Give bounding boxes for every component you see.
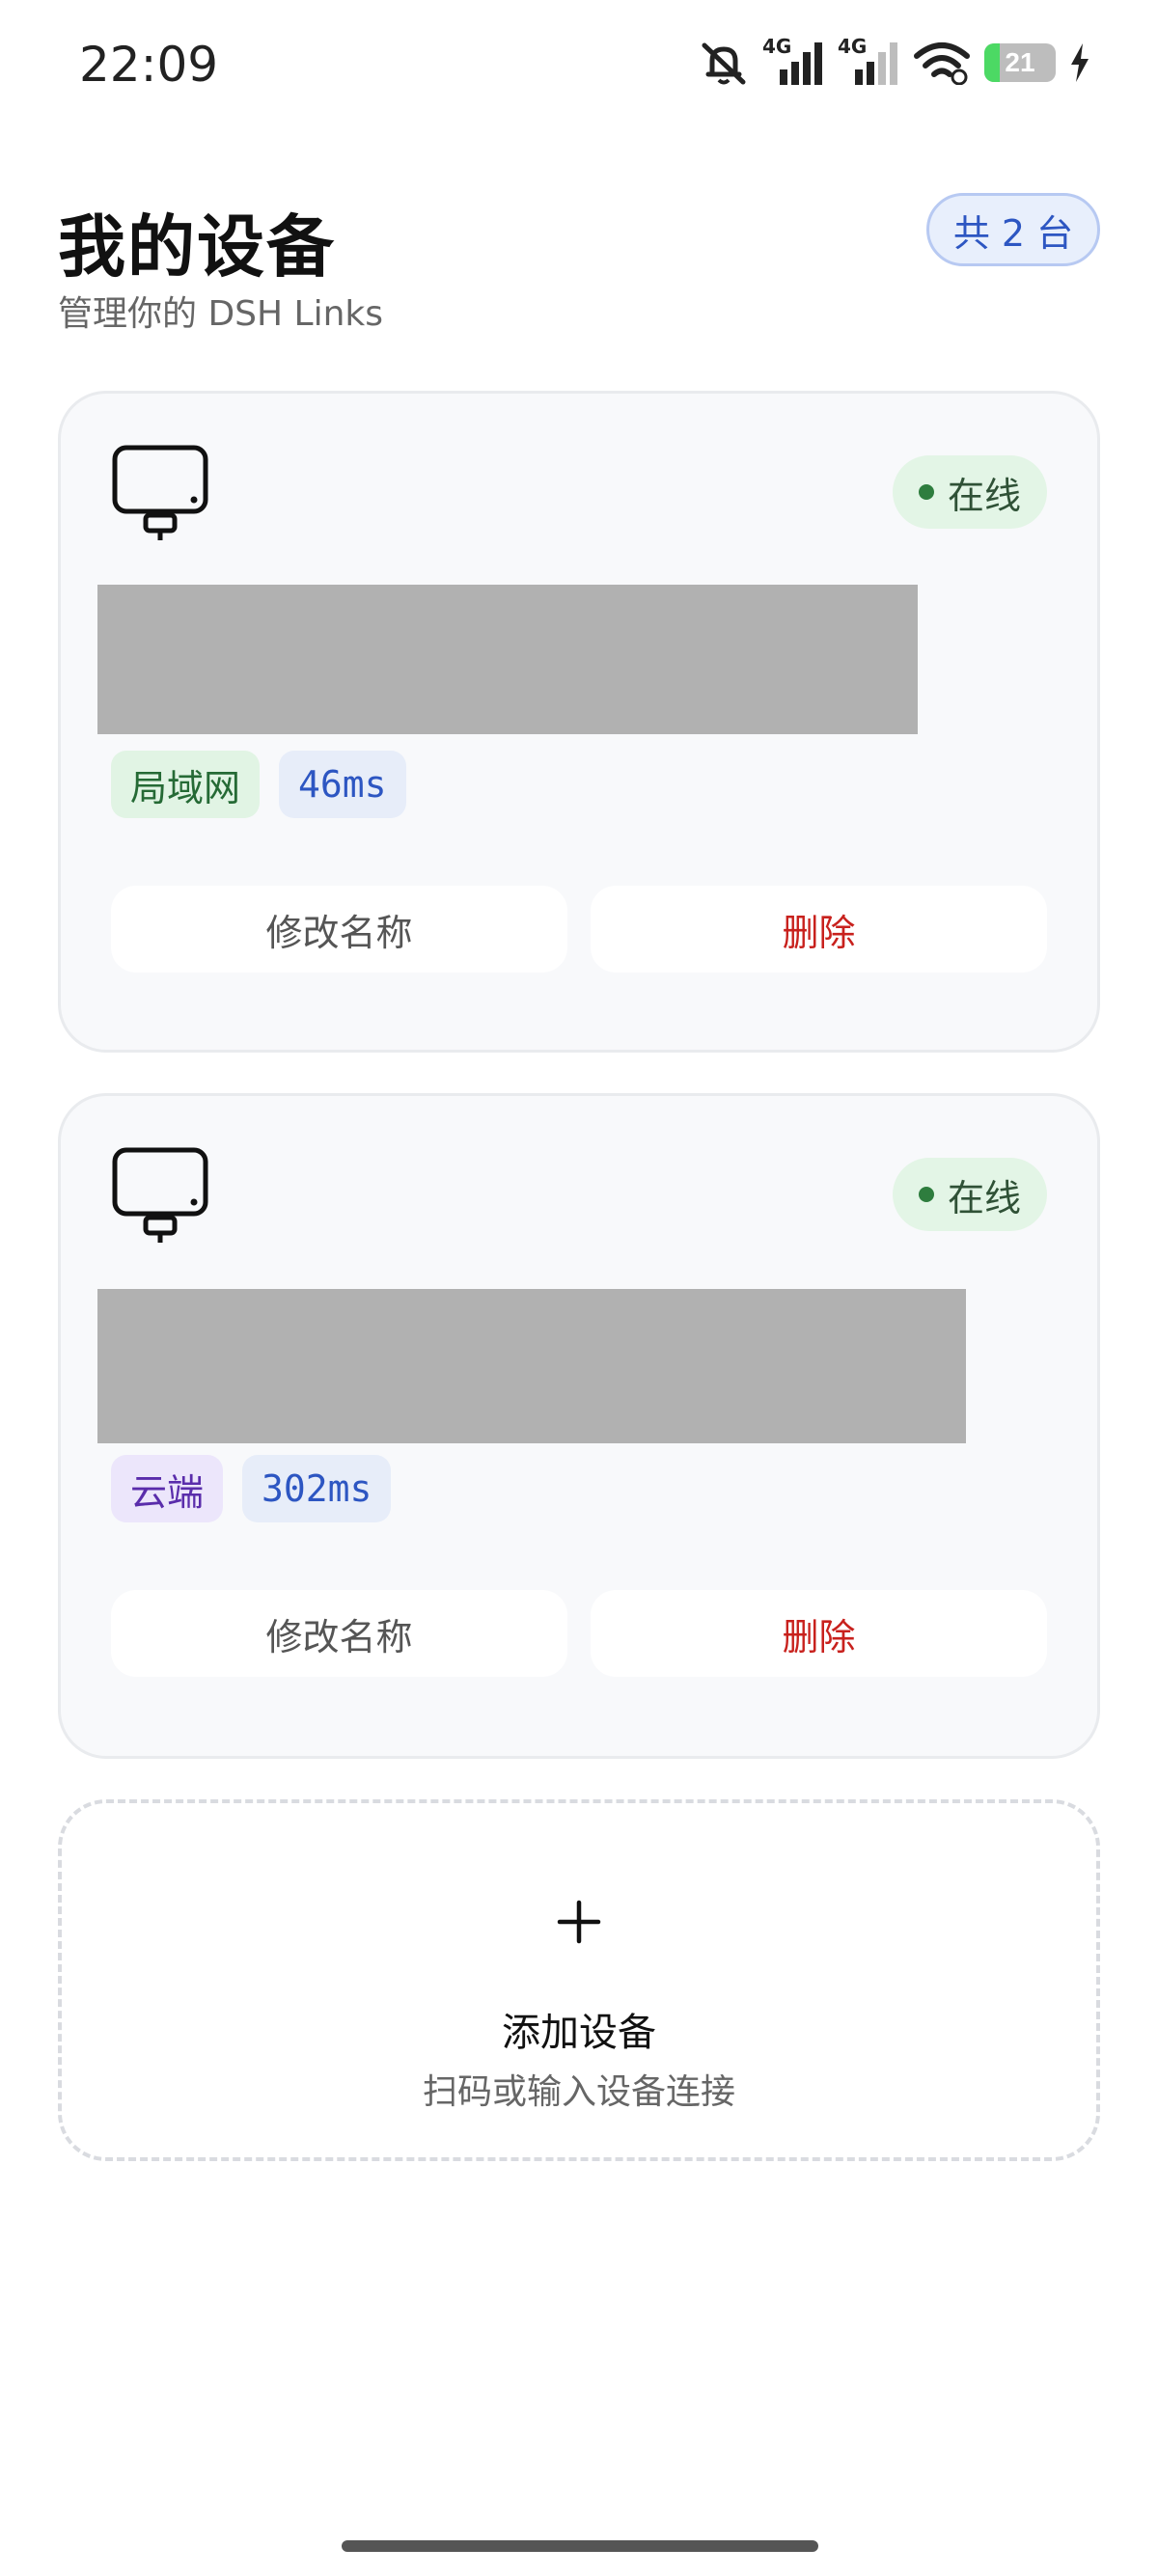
online-status-badge: 在线 [893, 1158, 1047, 1231]
connection-type-tag: 云端 [111, 1455, 224, 1522]
status-icons: 4G 4G 21 [699, 35, 1090, 87]
device-actions: 修改名称 删除 [111, 1590, 1047, 1677]
device-count-badge: 共 2 台 [926, 193, 1100, 266]
device-tags: 云端 302ms [111, 1455, 392, 1522]
signal-icon: 4G [838, 35, 899, 87]
status-time: 22:09 [79, 37, 219, 93]
battery-level [984, 43, 1000, 82]
latency-tag: 302ms [242, 1455, 392, 1522]
connection-type-tag: 局域网 [111, 751, 261, 818]
rename-button[interactable]: 修改名称 [111, 1590, 567, 1677]
page-header: 我的设备 管理你的 DSH Links 共 2 台 [58, 193, 1100, 338]
mute-bell-icon [702, 42, 746, 85]
device-card[interactable]: 在线 局域网 46ms 修改名称 删除 [58, 391, 1100, 1053]
page-title: 我的设备 [58, 207, 336, 287]
status-dot [918, 484, 934, 500]
redacted-device-name [97, 1289, 966, 1443]
rename-button[interactable]: 修改名称 [111, 886, 567, 973]
signal-icon: 4G [762, 35, 824, 87]
status-text: 在线 [947, 474, 1021, 517]
home-indicator[interactable] [342, 2540, 818, 2552]
wifi-icon [914, 42, 970, 85]
redacted-device-name [97, 585, 918, 734]
add-device-subtitle: 扫码或输入设备连接 [422, 2072, 735, 2112]
monitor-icon [112, 1147, 208, 1243]
page-subtitle: 管理你的 DSH Links [58, 294, 384, 334]
battery-icon: 21 [984, 43, 1056, 82]
latency-tag: 46ms [279, 751, 406, 818]
monitor-icon [112, 445, 208, 540]
device-tags: 局域网 46ms [111, 751, 406, 818]
delete-button[interactable]: 删除 [591, 886, 1047, 973]
status-bar: 22:09 4G 4G 21 [0, 0, 1158, 135]
status-text: 在线 [947, 1176, 1021, 1219]
battery-percent: 21 [1005, 47, 1035, 77]
add-device-button[interactable]: 添加设备 扫码或输入设备连接 [58, 1799, 1100, 2161]
device-actions: 修改名称 删除 [111, 886, 1047, 973]
delete-button[interactable]: 删除 [591, 1590, 1047, 1677]
device-card[interactable]: 在线 云端 302ms 修改名称 删除 [58, 1093, 1100, 1759]
charging-bolt-icon [1071, 43, 1089, 82]
add-device-title: 添加设备 [502, 2011, 656, 2055]
status-dot [918, 1187, 934, 1202]
online-status-badge: 在线 [893, 455, 1047, 529]
plus-icon [557, 1900, 601, 1944]
